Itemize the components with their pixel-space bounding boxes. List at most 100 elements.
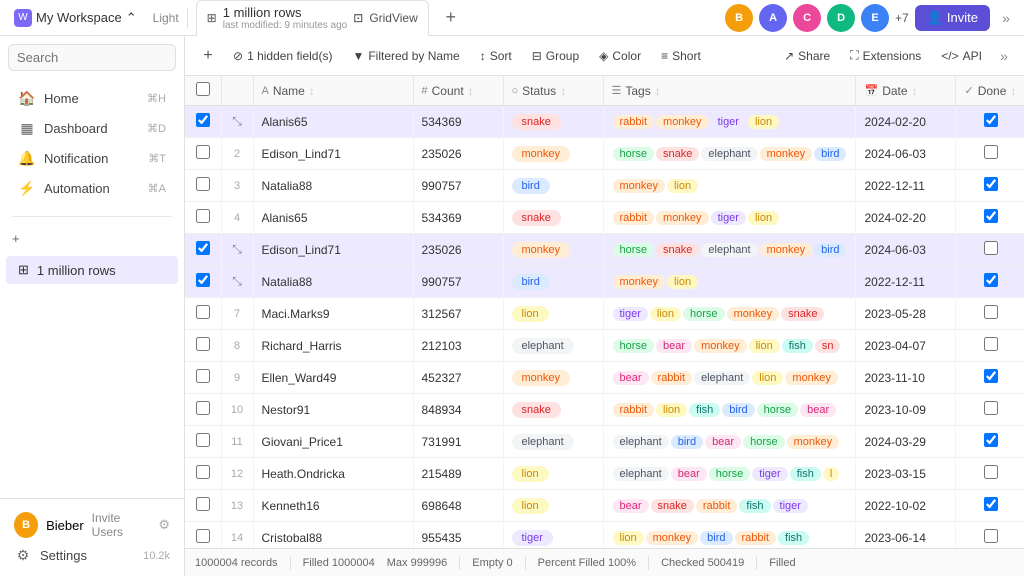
api-button[interactable]: </> API	[933, 45, 990, 67]
row-checkbox[interactable]	[196, 209, 210, 223]
th-date[interactable]: 📅 Date ↕	[856, 76, 956, 106]
avatar-1[interactable]: B	[725, 4, 753, 32]
row-name: Edison_Lind71	[262, 243, 341, 257]
row-tags-cell: horsebearmonkeylionfishsn	[603, 330, 856, 362]
row-tag: elephant	[701, 147, 757, 161]
sidebar-view-million-rows[interactable]: ⊞ 1 million rows	[6, 256, 178, 284]
row-name-cell: Giovani_Price1	[253, 426, 413, 458]
row-date: 2024-06-03	[864, 243, 925, 257]
row-expand-icon[interactable]: ⤡	[232, 114, 242, 128]
sidebar-item-dashboard[interactable]: ▦ Dashboard ⌘D	[6, 114, 178, 143]
date-col-label: Date	[882, 84, 907, 98]
row-date-cell: 2023-11-10	[856, 362, 956, 394]
row-date-cell: 2022-12-11	[856, 266, 956, 298]
hidden-fields-button[interactable]: ⊘ 1 hidden field(s)	[225, 45, 340, 67]
sidebar-notification-label: Notification	[44, 151, 140, 166]
row-done-checkbox[interactable]	[984, 145, 998, 159]
collapse-right-button[interactable]: »	[996, 8, 1016, 28]
select-all-checkbox[interactable]	[196, 82, 210, 96]
sidebar-item-automation[interactable]: ⚡ Automation ⌘A	[6, 174, 178, 203]
sidebar-item-notification[interactable]: 🔔 Notification ⌘T	[6, 144, 178, 173]
row-tag: horse	[743, 435, 785, 449]
row-count: 848934	[422, 403, 462, 417]
row-done-checkbox[interactable]	[984, 401, 998, 415]
row-done-checkbox[interactable]	[984, 113, 998, 127]
grid-icon: ⊞	[207, 11, 217, 25]
avatar-3[interactable]: C	[793, 4, 821, 32]
th-done[interactable]: ✓ Done ↕	[956, 76, 1024, 106]
add-tab-button[interactable]: +	[437, 4, 465, 32]
th-status[interactable]: ○ Status ↕	[503, 76, 603, 106]
row-expand-icon[interactable]: ⤡	[232, 274, 242, 288]
color-button[interactable]: ◈ Color	[591, 45, 649, 67]
th-name[interactable]: A Name ↕	[253, 76, 413, 106]
row-checkbox[interactable]	[196, 497, 210, 511]
row-checkbox[interactable]	[196, 433, 210, 447]
row-done-checkbox[interactable]	[984, 241, 998, 255]
sidebar-add-button[interactable]: +	[0, 225, 184, 252]
row-date: 2022-12-11	[864, 275, 925, 289]
filter-button[interactable]: ▼ Filtered by Name	[344, 45, 467, 67]
row-checkbox[interactable]	[196, 465, 210, 479]
th-count[interactable]: # Count ↕	[413, 76, 503, 106]
table-row: 12Heath.Ondricka215489lionelephantbearho…	[185, 458, 1024, 490]
share-button[interactable]: ↗ Share	[776, 45, 838, 67]
add-field-button[interactable]: +	[195, 43, 221, 69]
row-checkbox[interactable]	[196, 529, 210, 543]
row-checkbox[interactable]	[196, 241, 210, 255]
row-count-cell: 698648	[413, 490, 503, 522]
table-row: 14Cristobal88955435tigerlionmonkeybirdra…	[185, 522, 1024, 549]
sort-button[interactable]: ↕ Sort	[472, 45, 520, 67]
row-done-checkbox[interactable]	[984, 369, 998, 383]
row-tag: lion	[656, 403, 687, 417]
extensions-label: Extensions	[863, 49, 922, 63]
notification-icon: 🔔	[18, 150, 36, 167]
row-name-cell: Edison_Lind71	[253, 138, 413, 170]
avatar-2[interactable]: A	[759, 4, 787, 32]
toolbar-right: ↗ Share ⛶ Extensions </> API »	[776, 44, 1014, 67]
avatar-5[interactable]: E	[861, 4, 889, 32]
row-done-checkbox[interactable]	[984, 273, 998, 287]
row-done-checkbox[interactable]	[984, 529, 998, 543]
status-max: Max 999996	[387, 557, 448, 569]
row-expand-icon[interactable]: ⤡	[232, 242, 242, 256]
row-done-cell	[956, 330, 1024, 362]
row-done-checkbox[interactable]	[984, 209, 998, 223]
group-button[interactable]: ⊟ Group	[524, 45, 587, 67]
invite-button[interactable]: 👤 Invite	[915, 5, 990, 31]
row-number: 12	[221, 458, 253, 490]
row-done-checkbox[interactable]	[984, 337, 998, 351]
invite-users-link[interactable]: Invite Users	[92, 511, 151, 539]
row-checkbox[interactable]	[196, 145, 210, 159]
user-avatar: B	[14, 512, 38, 538]
sidebar-item-home[interactable]: 🏠 Home ⌘H	[6, 84, 178, 113]
row-done-checkbox[interactable]	[984, 497, 998, 511]
user-row[interactable]: B Bieber Invite Users ⚙	[8, 507, 176, 543]
th-tags[interactable]: ☰ Tags ↕	[603, 76, 856, 106]
row-done-checkbox[interactable]	[984, 433, 998, 447]
row-tags-cell: elephantbearhorsetigerfishl	[603, 458, 856, 490]
settings-row[interactable]: ⚙ Settings 10.2k	[8, 543, 176, 568]
search-input[interactable]	[8, 44, 176, 71]
extensions-button[interactable]: ⛶ Extensions	[842, 44, 929, 67]
row-done-checkbox[interactable]	[984, 177, 998, 191]
tab-million-rows[interactable]: ⊞ 1 million rows last modified: 9 minute…	[196, 0, 429, 36]
share-icon: ↗	[784, 49, 794, 63]
row-tag: lion	[613, 531, 644, 545]
row-name: Richard_Harris	[262, 339, 342, 353]
short-button[interactable]: ≡ Short	[653, 45, 709, 67]
row-checkbox[interactable]	[196, 273, 210, 287]
avatar-4[interactable]: D	[827, 4, 855, 32]
row-tag: bird	[700, 531, 732, 545]
row-checkbox[interactable]	[196, 113, 210, 127]
collapse-toolbar-button[interactable]: »	[994, 46, 1014, 66]
row-checkbox[interactable]	[196, 177, 210, 191]
row-checkbox[interactable]	[196, 337, 210, 351]
row-checkbox[interactable]	[196, 401, 210, 415]
row-done-checkbox[interactable]	[984, 305, 998, 319]
short-icon: ≡	[661, 49, 668, 63]
workspace-button[interactable]: W My Workspace ⌃	[8, 5, 143, 31]
row-checkbox[interactable]	[196, 305, 210, 319]
row-checkbox[interactable]	[196, 369, 210, 383]
row-done-checkbox[interactable]	[984, 465, 998, 479]
